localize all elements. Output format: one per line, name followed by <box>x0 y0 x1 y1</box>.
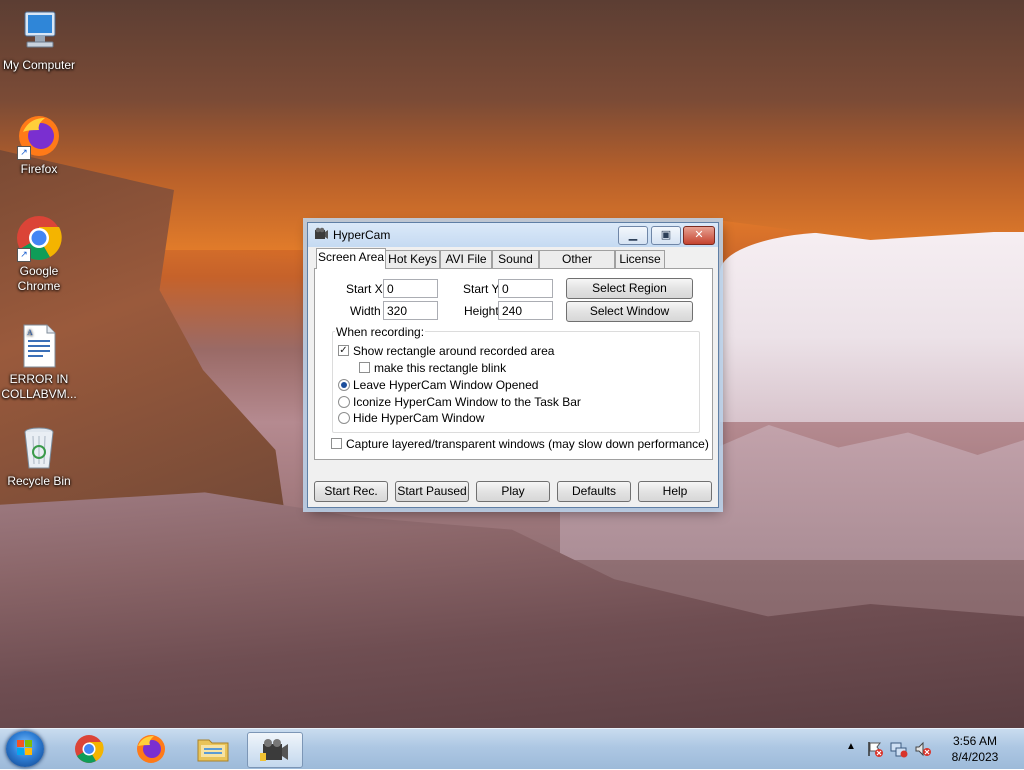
clock-date: 8/4/2023 <box>951 750 999 764</box>
capture-layered-checkbox[interactable] <box>331 438 342 449</box>
desktop-icon-label: Recycle Bin <box>7 474 71 488</box>
desktop-icon-chrome[interactable]: ↗ Google Chrome <box>0 214 78 294</box>
height-label: Height <box>464 304 499 318</box>
shortcut-arrow-icon: ↗ <box>17 248 31 262</box>
computer-icon <box>15 8 63 56</box>
defaults-button[interactable]: Defaults <box>557 481 631 502</box>
shortcut-arrow-icon: ↗ <box>17 146 31 160</box>
wallpaper-sky <box>720 232 1024 422</box>
start-button[interactable] <box>6 731 44 767</box>
close-icon: ✕ <box>694 229 704 241</box>
taskbar-explorer[interactable] <box>186 732 240 766</box>
start-paused-button[interactable]: Start Paused <box>395 481 469 502</box>
document-icon: A <box>15 322 63 370</box>
network-icon[interactable] <box>890 740 908 758</box>
action-center-flag-icon[interactable] <box>866 740 884 758</box>
screen-area-panel: Start X 0 Start Y 0 Select Region Width … <box>314 268 713 460</box>
show-hidden-icons-icon[interactable]: ▲ <box>846 741 856 752</box>
hide-window-radio[interactable] <box>338 412 350 424</box>
hypercam-window: HyperCam ▁ ▣ ✕ Screen Area Hot Keys AVI … <box>307 222 719 508</box>
desktop-icon-label: Firefox <box>20 162 58 176</box>
system-tray: ▲ <box>842 729 942 769</box>
blink-label: make this rectangle blink <box>374 361 507 375</box>
folder-icon <box>197 739 229 762</box>
taskbar: ▲ 3:56 AM 8/4/2023 <box>0 728 1024 769</box>
select-window-button[interactable]: Select Window <box>566 301 693 322</box>
desktop-icon-recycle-bin[interactable]: Recycle Bin <box>0 424 78 489</box>
firefox-icon: ↗ <box>15 112 63 160</box>
start-y-label: Start Y <box>463 282 500 296</box>
tab-sound[interactable]: Sound <box>492 250 539 268</box>
svg-text:A: A <box>27 328 33 337</box>
desktop-icon-my-computer[interactable]: My Computer <box>0 8 78 73</box>
taskbar-firefox[interactable] <box>124 732 178 766</box>
desktop-icon-label: My Computer <box>2 58 76 72</box>
show-rectangle-checkbox[interactable]: ✓ <box>338 345 349 356</box>
close-button[interactable]: ✕ <box>683 226 715 245</box>
chrome-icon <box>75 735 104 763</box>
help-button[interactable]: Help <box>638 481 712 502</box>
tab-avi-file[interactable]: AVI File <box>440 250 492 268</box>
clock-time: 3:56 AM <box>952 734 998 748</box>
blink-checkbox[interactable] <box>359 362 370 373</box>
desktop-icon-firefox[interactable]: ↗ Firefox <box>0 112 78 177</box>
minimize-button[interactable]: ▁ <box>618 226 648 245</box>
title-bar[interactable]: HyperCam ▁ ▣ ✕ <box>308 223 718 247</box>
taskbar-chrome[interactable] <box>62 732 116 766</box>
leave-window-opened-label: Leave HyperCam Window Opened <box>353 378 539 392</box>
play-button[interactable]: Play <box>476 481 550 502</box>
start-rec-button[interactable]: Start Rec. <box>314 481 388 502</box>
start-x-label: Start X <box>346 282 383 296</box>
tab-screen-area[interactable]: Screen Area <box>316 248 386 269</box>
desktop-icon-error-document[interactable]: A ERROR IN COLLABVM... <box>0 322 78 402</box>
maximize-button[interactable]: ▣ <box>651 226 681 245</box>
recycle-bin-icon <box>15 424 63 472</box>
volume-muted-icon[interactable] <box>914 740 932 758</box>
hide-window-label: Hide HyperCam Window <box>353 411 485 425</box>
chrome-icon: ↗ <box>15 214 63 262</box>
select-region-button[interactable]: Select Region <box>566 278 693 299</box>
hypercam-app-icon <box>260 739 288 761</box>
leave-window-opened-radio[interactable] <box>338 379 350 391</box>
width-label: Width <box>350 304 381 318</box>
taskbar-hypercam[interactable] <box>247 732 303 768</box>
show-rectangle-label: Show rectangle around recorded area <box>353 344 555 358</box>
iconize-window-label: Iconize HyperCam Window to the Task Bar <box>353 395 581 409</box>
tab-other-options[interactable]: Other Options <box>539 250 615 282</box>
when-recording-label: When recording: <box>335 325 426 339</box>
width-field[interactable]: 320 <box>383 301 438 320</box>
iconize-window-radio[interactable] <box>338 396 350 408</box>
hypercam-app-icon <box>314 227 329 242</box>
height-field[interactable]: 240 <box>498 301 553 320</box>
firefox-icon <box>137 735 165 763</box>
desktop-icon-label: Google Chrome <box>17 264 61 293</box>
taskbar-clock[interactable]: 3:56 AM 8/4/2023 <box>940 733 1010 765</box>
tab-license[interactable]: License <box>615 250 665 268</box>
maximize-icon: ▣ <box>660 229 672 241</box>
windows-logo-icon <box>17 740 32 755</box>
capture-layered-label: Capture layered/transparent windows (may… <box>346 437 709 451</box>
desktop-icon-label: ERROR IN COLLABVM... <box>1 372 77 401</box>
start-x-field[interactable]: 0 <box>383 279 438 298</box>
start-y-field[interactable]: 0 <box>498 279 553 298</box>
tab-hot-keys[interactable]: Hot Keys <box>385 250 440 268</box>
minimize-icon: ▁ <box>628 229 638 241</box>
window-title: HyperCam <box>333 228 391 242</box>
